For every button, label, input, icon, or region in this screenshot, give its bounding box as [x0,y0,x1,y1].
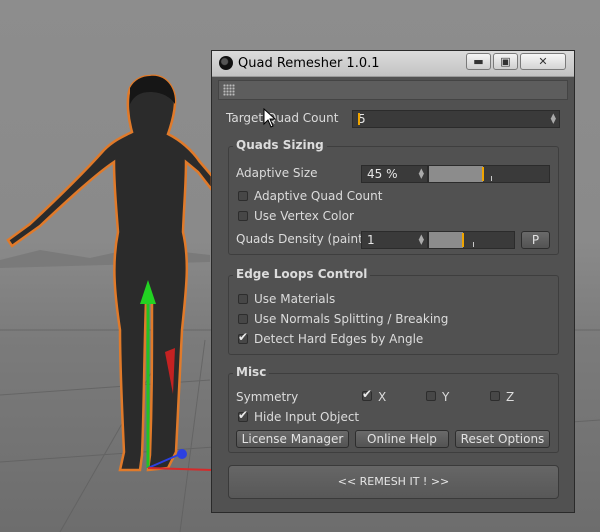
adaptive-quad-count-checkbox[interactable] [238,191,248,201]
misc-group: Misc Symmetry X Y Z Hide Input Object Li… [228,365,559,453]
edge-loops-group: Edge Loops Control Use Materials Use Nor… [228,267,559,355]
use-vertex-color-checkbox[interactable] [238,211,248,221]
mesh-body [6,74,214,472]
quads-density-label: Quads Density (paint) [236,232,368,246]
target-quad-count-input[interactable]: 5 ▲ ▼ [352,110,560,128]
spinner-arrows-icon[interactable]: ▲ ▼ [551,113,556,125]
symmetry-z-label: Z [506,390,515,404]
gizmo-z-handle-icon[interactable] [177,449,187,459]
detect-hard-edges-label: Detect Hard Edges by Angle [254,332,424,346]
slider-fill [429,166,483,182]
use-materials-label: Use Materials [254,292,336,306]
quads-density-slider[interactable] [428,231,515,249]
adaptive-size-value: 45 % [367,167,398,181]
quads-sizing-title: Quads Sizing [233,138,327,152]
window-title: Quad Remesher 1.0.1 [238,56,380,71]
remesh-button[interactable]: << REMESH IT ! >> [228,465,559,499]
minimize-button[interactable]: ▬ [466,53,491,70]
slider-tick [473,242,474,247]
close-button[interactable]: ✕ [520,53,566,70]
misc-title: Misc [233,365,270,379]
symmetry-y-label: Y [442,390,450,404]
quads-sizing-group: Quads Sizing Adaptive Size 45 % ▲ ▼ Adapt… [228,138,559,255]
cinema4d-app-icon [219,56,233,70]
grip-icon[interactable] [223,84,235,96]
symmetry-x-checkbox[interactable] [362,387,372,401]
symmetry-x-label: X [378,390,387,404]
adaptive-quad-count-label: Adaptive Quad Count [254,189,383,203]
use-normals-label: Use Normals Splitting / Breaking [254,312,449,326]
target-quad-count-label: Target Quad Count [226,111,339,125]
use-materials-checkbox[interactable] [238,294,248,304]
title-bar[interactable]: Quad Remesher 1.0.1 ▬ ▣ ✕ [212,51,574,77]
hide-input-object-checkbox[interactable] [238,408,248,422]
text-caret [358,113,360,125]
edge-loops-title: Edge Loops Control [233,267,371,281]
quads-density-value: 1 [367,233,375,247]
adaptive-size-label: Adaptive Size [236,166,318,180]
symmetry-y-checkbox[interactable] [426,391,436,401]
use-normals-checkbox[interactable] [238,314,248,324]
slider-tick [491,176,492,181]
spinner-arrows-icon[interactable]: ▲ ▼ [419,168,424,180]
symmetry-label: Symmetry [236,390,299,404]
adaptive-size-input[interactable]: 45 % ▲ ▼ [361,165,428,183]
panel-toolbar [218,80,568,100]
slider-handle[interactable] [462,233,464,247]
character-mesh[interactable] [6,74,214,472]
quads-density-input[interactable]: 1 ▲ ▼ [361,231,428,249]
online-help-button[interactable]: Online Help [355,430,449,448]
spinner-arrows-icon[interactable]: ▲ ▼ [419,234,424,246]
license-manager-button[interactable]: License Manager [236,430,349,448]
use-vertex-color-label: Use Vertex Color [254,209,354,223]
maximize-button[interactable]: ▣ [493,53,518,70]
detect-hard-edges-checkbox[interactable] [238,330,248,344]
slider-fill [429,232,463,248]
reset-options-button[interactable]: Reset Options [455,430,550,448]
hide-input-object-label: Hide Input Object [254,410,360,424]
mouse-cursor-icon [263,108,277,128]
slider-handle[interactable] [482,167,484,181]
adaptive-size-slider[interactable] [428,165,550,183]
paint-density-button[interactable]: P [521,231,550,249]
symmetry-z-checkbox[interactable] [490,391,500,401]
